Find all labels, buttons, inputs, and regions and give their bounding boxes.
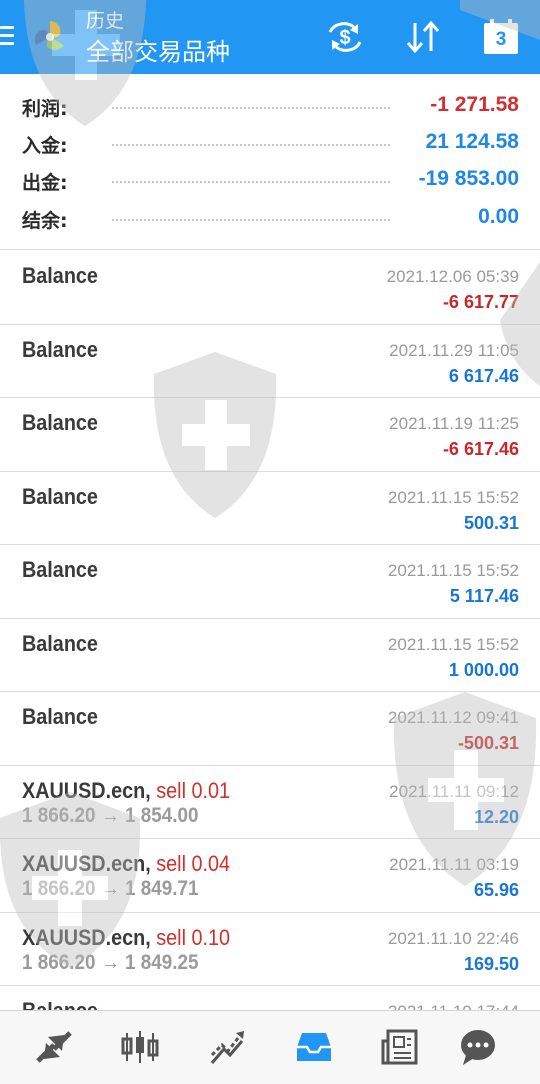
- summary-value: 0.00: [478, 205, 519, 228]
- row-amount: 169.50: [463, 953, 519, 974]
- chat-icon[interactable]: [456, 1025, 500, 1069]
- symbol-filter[interactable]: 全部交易品种: [86, 38, 230, 66]
- news-icon[interactable]: [378, 1025, 422, 1069]
- hamburger-icon[interactable]: [0, 26, 16, 50]
- top-app-bar: 历史 全部交易品种 $ 3: [0, 0, 540, 74]
- row-symbol: Balance: [22, 263, 98, 288]
- row-symbol: XAUUSD.ecn,: [22, 924, 151, 950]
- dotted-leader: [112, 219, 390, 221]
- summary-value: -1 271.58: [430, 93, 519, 116]
- page-title: 历史: [86, 10, 125, 32]
- summary-label: 利润:: [22, 98, 68, 120]
- dotted-leader: [112, 144, 390, 146]
- row-date: 2021.12.06 05:39: [386, 267, 519, 286]
- chart-icon[interactable]: [118, 1025, 162, 1069]
- history-row[interactable]: Balance 2021.11.15 15:52 500.31: [0, 472, 540, 545]
- row-symbol: Balance: [22, 336, 98, 362]
- summary-panel: 利润: -1 271.58 入金: 21 124.58 出金: -19 853.…: [0, 74, 540, 250]
- row-symbol: Balance: [22, 630, 98, 656]
- bottom-navigation: [0, 1010, 540, 1084]
- row-date: 2021.11.11 03:19: [389, 855, 519, 874]
- row-title: XAUUSD.ecn, sell 0.04: [22, 851, 230, 877]
- row-date: 2021.11.12 09:41: [387, 708, 519, 727]
- calendar-icon[interactable]: 3: [478, 14, 524, 60]
- row-title: Balance: [22, 998, 98, 1010]
- history-row[interactable]: XAUUSD.ecn, sell 0.04 1 866.20 → 1 849.71…: [0, 839, 540, 913]
- row-symbol: Balance: [22, 557, 98, 582]
- row-amount: 1 000.00: [448, 659, 519, 680]
- row-date: 2021.11.15 15:52: [387, 561, 519, 580]
- row-date: 2021.11.15 15:52: [387, 487, 519, 507]
- row-amount: 5 117.46: [449, 586, 519, 606]
- row-title: Balance: [22, 631, 98, 657]
- history-icon[interactable]: [292, 1025, 336, 1069]
- row-title: Balance: [22, 263, 98, 289]
- row-date: 2021.11.29 11:05: [389, 340, 519, 360]
- sort-icon[interactable]: [400, 14, 446, 60]
- history-list[interactable]: Balance 2021.12.06 05:39 -6 617.77 Balance 2…: [0, 251, 540, 1010]
- row-prices: 1 866.20 → 1 854.00: [22, 803, 199, 827]
- quotes-icon[interactable]: [32, 1025, 76, 1069]
- row-symbol: Balance: [22, 410, 98, 435]
- history-row[interactable]: Balance 2021.12.06 05:39 -6 617.77: [0, 251, 540, 325]
- trade-icon[interactable]: [206, 1025, 250, 1069]
- row-date: 2021.11.10 22:46: [387, 928, 519, 948]
- row-amount: 65.96: [473, 880, 519, 900]
- row-symbol: XAUUSD.ecn,: [22, 851, 151, 876]
- row-title: Balance: [22, 410, 98, 436]
- row-symbol: Balance: [22, 704, 98, 729]
- dotted-leader: [112, 181, 390, 183]
- summary-label: 结余:: [22, 210, 68, 232]
- row-title: Balance: [22, 484, 98, 510]
- row-title: XAUUSD.ecn, sell 0.01: [22, 778, 230, 804]
- currency-exchange-icon[interactable]: $: [322, 14, 368, 60]
- history-row[interactable]: Balance 2021.11.19 11:25 -6 617.46: [0, 398, 540, 472]
- row-symbol: XAUUSD.ecn,: [22, 777, 151, 803]
- row-date: 2021.11.19 11:25: [389, 414, 519, 433]
- calendar-day-label: 3: [495, 29, 507, 50]
- row-date: 2021.11.11 09:12: [389, 781, 519, 801]
- row-amount: 500.31: [463, 512, 519, 533]
- dotted-leader: [112, 107, 390, 109]
- summary-label: 入金:: [22, 135, 68, 157]
- row-order-type: sell 0.04: [156, 851, 231, 876]
- row-amount: -500.31: [457, 733, 519, 753]
- row-title: XAUUSD.ecn, sell 0.10: [22, 925, 230, 951]
- row-amount: -6 617.77: [442, 292, 519, 312]
- row-date: 2021.11.10 17:44: [388, 1002, 519, 1010]
- row-amount: -6 617.46: [442, 439, 519, 459]
- summary-value: -19 853.00: [418, 167, 519, 190]
- summary-value: 21 124.58: [425, 130, 519, 153]
- history-row[interactable]: Balance 2021.11.15 15:52 5 117.46: [0, 545, 540, 619]
- history-row[interactable]: Balance 2021.11.10 17:44: [0, 986, 540, 1010]
- metatrader-logo-icon: [30, 17, 70, 57]
- summary-row-deposit: 入金: 21 124.58: [0, 125, 540, 162]
- row-title: Balance: [22, 557, 98, 583]
- history-row[interactable]: Balance 2021.11.15 15:52 1 000.00: [0, 619, 540, 692]
- row-order-type: sell 0.01: [156, 777, 231, 803]
- row-symbol: Balance: [22, 483, 98, 509]
- history-row[interactable]: Balance 2021.11.29 11:05 6 617.46: [0, 325, 540, 398]
- summary-row-profit: 利润: -1 271.58: [0, 88, 540, 125]
- history-row[interactable]: XAUUSD.ecn, sell 0.01 1 866.20 → 1 854.00…: [0, 766, 540, 839]
- summary-label: 出金:: [22, 172, 68, 194]
- row-prices: 1 866.20 → 1 849.25: [22, 950, 199, 974]
- row-date: 2021.11.15 15:52: [387, 634, 519, 654]
- history-row[interactable]: Balance 2021.11.12 09:41 -500.31: [0, 692, 540, 766]
- row-amount: 6 617.46: [448, 365, 519, 386]
- row-amount: 12.20: [473, 806, 519, 827]
- row-prices: 1 866.20 → 1 849.71: [22, 877, 199, 900]
- summary-row-withdrawal: 出金: -19 853.00: [0, 162, 540, 199]
- summary-row-balance: 结余: 0.00: [0, 200, 540, 237]
- row-title: Balance: [22, 704, 98, 730]
- svg-text:$: $: [339, 27, 350, 49]
- history-row[interactable]: XAUUSD.ecn, sell 0.10 1 866.20 → 1 849.25…: [0, 913, 540, 986]
- row-title: Balance: [22, 337, 98, 363]
- row-order-type: sell 0.10: [156, 924, 231, 950]
- row-symbol: Balance: [22, 998, 98, 1010]
